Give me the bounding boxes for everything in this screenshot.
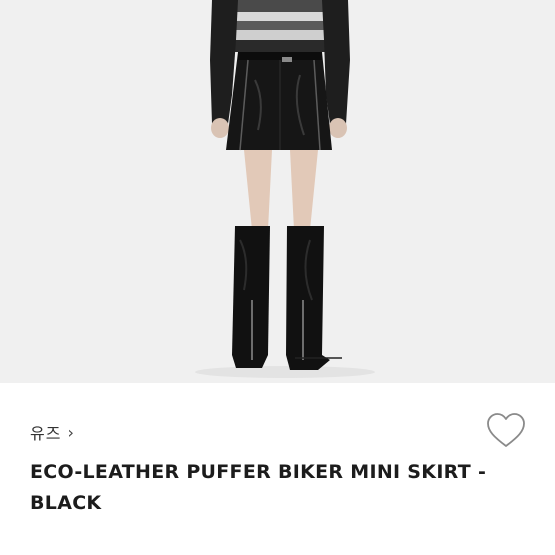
product-image[interactable] [0,0,555,383]
brand-link[interactable]: 유즈 › [30,420,75,444]
skirt [226,52,332,151]
heart-outline-icon [487,413,525,447]
chevron-right-icon: › [67,422,75,442]
product-photo-illustration [0,0,555,383]
product-info: 유즈 › ECO-LEATHER PUFFER BIKER MINI SKIRT… [0,383,555,555]
wishlist-button[interactable] [486,412,526,450]
brand-name: 유즈 [30,424,62,443]
product-title: ECO-LEATHER PUFFER BIKER MINI SKIRT - BL… [30,461,487,514]
